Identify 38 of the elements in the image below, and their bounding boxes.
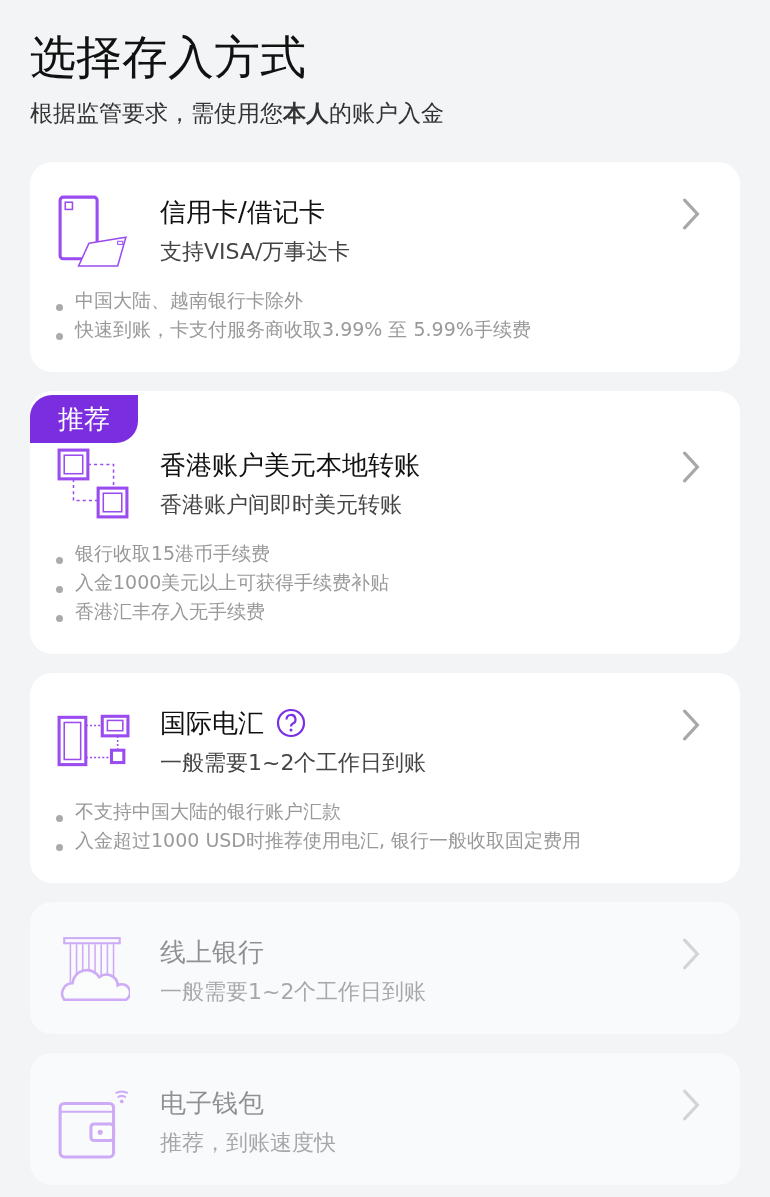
chevron-right-icon (682, 198, 700, 230)
bullet-dot (56, 615, 63, 622)
method-title: 线上银行 (160, 936, 264, 969)
bullet-dot (56, 586, 63, 593)
recommended-badge: 推荐 (30, 395, 138, 443)
method-subtitle: 一般需要1~2个工作日到账 (160, 749, 428, 777)
note-text: 快速到账，卡支付服务商收取3.99% 至 5.99%手续费 (75, 317, 531, 342)
method-title: 国际电汇 (160, 707, 264, 740)
method-subtitle: 香港账户间即时美元转账 (160, 491, 403, 519)
chevron-right-icon (682, 451, 700, 483)
note-text: 入金1000美元以上可获得手续费补贴 (75, 570, 390, 595)
note-text: 香港汇丰存入无手续费 (75, 599, 265, 624)
chevron-right-icon (682, 709, 700, 741)
note-text: 不支持中国大陆的银行账户汇款 (75, 799, 341, 824)
payment-method-card[interactable]: 信用卡/借记卡 支持VISA/万事达卡 中国大陆、越南银行卡除外 快速到账，卡支付服务商收取3.99% 至 5.99%手续费 (30, 162, 740, 372)
note-text: 入金超过1000 USD时推荐使用电汇, 银行一般收取固定费用 (75, 828, 582, 853)
bullet-dot (56, 557, 63, 564)
method-subtitle: 支持VISA/万事达卡 (160, 238, 352, 266)
payment-method-card[interactable]: 国际电汇 一般需要1~2个工作日到账 不支持中国大陆的银行账户汇款 入金超过1000 USD时推荐使用电汇, 银行一般收取固定费用 (30, 673, 740, 883)
bullet-dot (56, 333, 63, 340)
card-icon (56, 194, 130, 268)
method-subtitle: 推荐，到账速度快 (160, 1129, 337, 1157)
method-title: 香港账户美元本地转账 (160, 449, 420, 482)
chevron-right-icon (682, 1089, 700, 1121)
method-subtitle: 一般需要1~2个工作日到账 (160, 978, 428, 1006)
bullet-dot (56, 304, 63, 311)
page-title: 选择存入方式 (30, 29, 307, 86)
transfer-icon (56, 447, 130, 521)
note-text: 银行收取15港币手续费 (75, 541, 271, 566)
help-icon[interactable] (276, 708, 306, 738)
method-title: 信用卡/借记卡 (160, 196, 325, 229)
bullet-dot (56, 844, 63, 851)
note-text: 中国大陆、越南银行卡除外 (75, 288, 303, 313)
bullet-dot (56, 815, 63, 822)
method-title: 电子钱包 (160, 1087, 264, 1120)
chevron-right-icon (682, 938, 700, 970)
payment-method-card[interactable]: 推荐 香港账户美元本地转账 香港账户间即时美元转账 银行收取15港币手续费 入金1000美元以上可获得手续费补贴 香港汇丰存入无手续费 (30, 391, 740, 654)
page-subtitle: 根据监管要求，需使用您本人的账户入金 (30, 99, 445, 128)
